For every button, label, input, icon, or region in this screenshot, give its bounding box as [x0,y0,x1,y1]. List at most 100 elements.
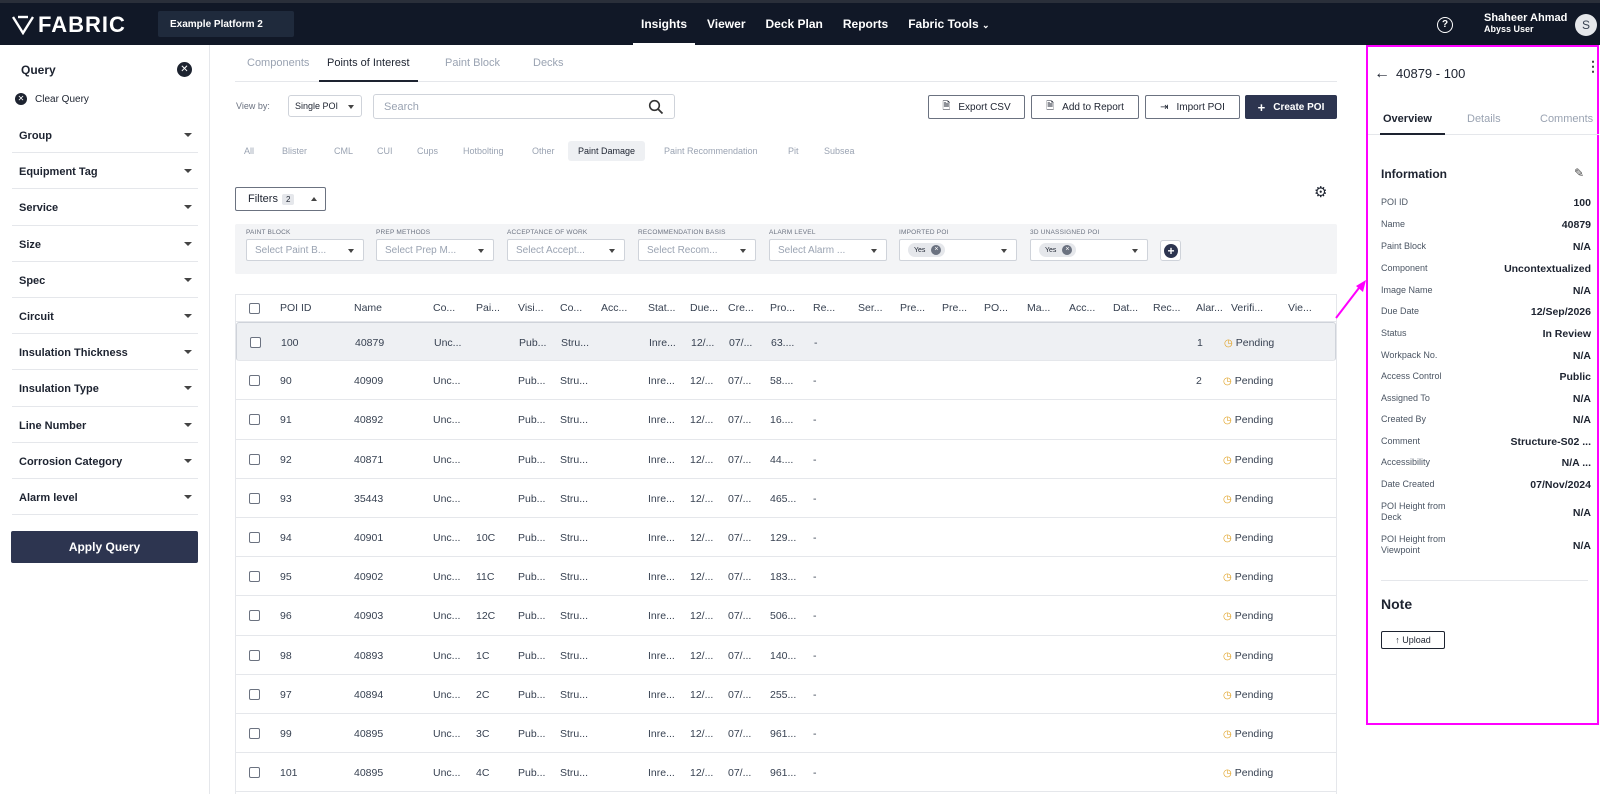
close-icon[interactable]: ✕ [177,62,192,77]
nav-reports[interactable]: Reports [835,3,896,45]
column-header[interactable]: Re... [813,302,835,314]
tab-details[interactable]: Details [1467,113,1501,125]
filter-3d-unassigned-select[interactable]: Yes × [1030,239,1148,261]
table-row[interactable]: 100 40879 Unc... Pub... Stru... Inre... 12/...… [236,322,1336,362]
chip-subsea[interactable]: Subsea [814,141,865,161]
table-row[interactable]: 91 40892 Unc... Pub... Stru... Inre... 12/... 0… [236,400,1336,440]
tab-overview[interactable]: Overview [1380,113,1445,135]
chip-other[interactable]: Other [522,141,565,161]
user-info[interactable]: Shaheer Ahmad Abyss User [1484,13,1567,35]
column-header[interactable]: Co... [433,302,455,314]
nav-viewer[interactable]: Viewer [699,3,753,45]
chip-cups[interactable]: Cups [407,141,448,161]
filter-imported-poi-select[interactable]: Yes × [899,239,1017,261]
column-header[interactable]: Cre... [728,302,754,314]
column-header[interactable]: Dat... [1113,302,1138,314]
row-checkbox[interactable] [249,532,260,543]
column-header[interactable]: Pre... [900,302,925,314]
back-arrow-icon[interactable]: ← [1374,65,1390,83]
close-icon[interactable]: × [1062,245,1073,255]
column-header[interactable]: Rec... [1153,302,1180,314]
chip-pit[interactable]: Pit [778,141,809,161]
search-input[interactable]: Search [373,94,675,119]
avatar[interactable]: S [1575,14,1597,36]
table-row[interactable]: 97 40894 Unc... 2C Pub... Stru... Inre... 12/..… [236,675,1336,714]
query-item-group[interactable]: Group [12,117,198,154]
column-header[interactable]: Stat... [648,302,675,314]
filter-chip[interactable]: Yes × [908,243,946,257]
view-by-select[interactable]: Single POI [288,95,362,117]
table-row[interactable]: 90 40909 Unc... Pub... Stru... Inre... 12/... 0… [236,361,1336,401]
column-header[interactable]: Co... [560,302,582,314]
query-item-corrosion-category[interactable]: Corrosion Category [12,443,198,479]
chip-hotbolting[interactable]: Hotbolting [453,141,514,161]
edit-icon[interactable]: ✎ [1574,166,1584,180]
row-checkbox[interactable] [249,767,260,779]
tab-paint-block[interactable]: Paint Block [445,57,500,69]
filters-toggle-button[interactable]: Filters 2 [235,187,326,211]
search-icon[interactable] [648,99,664,115]
chip-paint-recommendation[interactable]: Paint Recommendation [654,141,768,161]
select-all-checkbox[interactable] [249,303,260,314]
add-filter-button[interactable]: + [1160,240,1181,261]
column-header[interactable]: Due... [690,302,718,314]
row-checkbox[interactable] [249,610,260,622]
column-header[interactable]: PO... [984,302,1008,314]
column-header[interactable]: Acc... [1069,302,1095,314]
export-csv-button[interactable]: 🗎 Export CSV [928,95,1025,119]
query-item-size[interactable]: Size [12,226,198,262]
filter-prep-methods-select[interactable]: Select Prep M... [376,239,494,261]
import-poi-button[interactable]: ⇥ Import POI [1145,95,1240,119]
chip-cui[interactable]: CUI [367,141,403,161]
table-row[interactable]: 94 40901 Unc... 10C Pub... Stru... Inre... 12/.… [236,518,1336,558]
table-row[interactable]: 95 40902 Unc... 11C Pub... Stru... Inre... 12/.… [236,557,1336,597]
tab-decks[interactable]: Decks [533,57,564,69]
column-header[interactable]: POI ID [280,302,312,314]
column-header[interactable]: Vie... [1288,302,1312,314]
column-header[interactable]: Pre... [942,302,967,314]
chip-paint-damage[interactable]: Paint Damage [568,141,646,161]
query-item-line-number[interactable]: Line Number [12,407,198,443]
chip-cml[interactable]: CML [324,141,363,161]
query-item-insulation-thickness[interactable]: Insulation Thickness [12,334,198,371]
column-header[interactable]: Ser... [858,302,883,314]
tab-comments[interactable]: Comments [1540,113,1593,125]
filter-acceptance-select[interactable]: Select Accept... [507,239,625,261]
filter-paint-block-select[interactable]: Select Paint B... [246,239,364,261]
row-checkbox[interactable] [249,375,260,387]
nav-fabric-tools[interactable]: Fabric Tools ⌄ [900,3,997,45]
close-icon[interactable]: × [931,245,942,255]
nav-insights[interactable]: Insights [633,3,696,45]
help-icon[interactable]: ? [1437,17,1453,33]
table-row[interactable]: 101 40895 Unc... 4C Pub... Stru... Inre... 12/.… [236,753,1336,793]
query-item-spec[interactable]: Spec [12,262,198,298]
query-item-insulation-type[interactable]: Insulation Type [12,370,198,407]
clear-query-button[interactable]: ✕ Clear Query [15,93,89,105]
tab-components[interactable]: Components [247,57,309,69]
row-checkbox[interactable] [249,453,260,465]
column-header[interactable]: Verifi... [1231,302,1263,314]
chip-blister[interactable]: Blister [272,141,317,161]
platform-selector[interactable]: Example Platform 2 [158,11,294,37]
filter-alarm-level-select[interactable]: Select Alarm ... [769,239,887,261]
filter-chip[interactable]: Yes × [1039,243,1077,257]
add-to-report-button[interactable]: 🗎 Add to Report [1031,95,1139,119]
upload-button[interactable]: ↑ Upload [1381,631,1445,649]
row-checkbox[interactable] [249,688,260,700]
row-checkbox[interactable] [249,492,260,504]
column-header[interactable]: Pro... [770,302,795,314]
create-poi-button[interactable]: + Create POI [1245,95,1337,119]
more-options-icon[interactable]: ⋮ [1586,59,1600,73]
table-row[interactable]: 98 40893 Unc... 1C Pub... Stru... Inre... 12/..… [236,636,1336,675]
column-header[interactable]: Acc... [601,302,627,314]
row-checkbox[interactable] [250,337,261,348]
query-item-circuit[interactable]: Circuit [12,298,198,335]
column-header[interactable]: Pai... [476,302,500,314]
table-row[interactable]: 99 40895 Unc... 3C Pub... Stru... Inre... 12/..… [236,714,1336,754]
column-header[interactable]: Ma... [1027,302,1050,314]
fabric-logo[interactable]: FABRIC [12,12,126,38]
column-header[interactable]: Alar... [1196,302,1223,314]
table-row[interactable]: 93 35443 Unc... Pub... Stru... Inre... 12/... 0… [236,479,1336,518]
filter-recommendation-select[interactable]: Select Recom... [638,239,756,261]
query-item-equipment-tag[interactable]: Equipment Tag [12,153,198,190]
